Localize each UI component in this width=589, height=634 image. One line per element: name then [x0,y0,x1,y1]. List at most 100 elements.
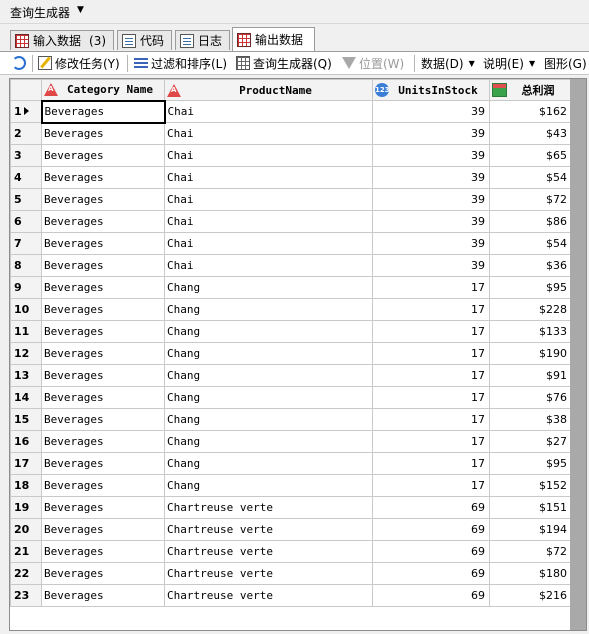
row-number[interactable]: 20 [10,518,42,541]
row-number[interactable]: 9 [10,276,42,299]
cell-units-in-stock[interactable]: 69 [372,562,490,585]
row-number[interactable]: 11 [10,320,42,343]
cell-product-name[interactable]: Chai [164,166,373,189]
row-number[interactable]: 1 [10,100,42,123]
cell-product-name[interactable]: Chai [164,210,373,233]
cell-total-profit[interactable]: $54 [489,166,572,189]
cell-total-profit[interactable]: $54 [489,232,572,255]
table-row[interactable]: 1 Beverages Chai 39 $162 [10,99,572,124]
cell-product-name[interactable]: Chang [164,408,373,431]
row-number[interactable]: 17 [10,452,42,475]
cell-product-name[interactable]: Chang [164,342,373,365]
column-header-units-in-stock[interactable]: 123 UnitsInStock [372,79,490,101]
data-menu-button[interactable]: 数据(D) ▼ [421,54,475,72]
tab-input-data[interactable]: 输入数据 (3) [10,30,114,50]
cell-product-name[interactable]: Chartreuse verte [164,562,373,585]
cell-units-in-stock[interactable]: 69 [372,518,490,541]
cell-category-name[interactable]: Beverages [41,122,165,145]
cell-units-in-stock[interactable]: 69 [372,496,490,519]
describe-menu-button[interactable]: 说明(E) ▼ [483,54,535,72]
column-header-category-name[interactable]: Category Name [41,79,165,101]
cell-category-name[interactable]: Beverages [41,386,165,409]
row-number[interactable]: 16 [10,430,42,453]
cell-product-name[interactable]: Chartreuse verte [164,518,373,541]
cell-category-name[interactable]: Beverages [41,276,165,299]
table-row[interactable]: 11 Beverages Chang 17 $133 [10,320,572,343]
cell-category-name[interactable]: Beverages [41,342,165,365]
cell-total-profit[interactable]: $36 [489,254,572,277]
table-row[interactable]: 6 Beverages Chai 39 $86 [10,210,572,233]
query-builder-button[interactable]: 查询生成器(Q) [236,54,332,72]
cell-units-in-stock[interactable]: 69 [372,540,490,563]
row-number[interactable]: 15 [10,408,42,431]
cell-product-name[interactable]: Chai [164,122,373,145]
row-number[interactable]: 13 [10,364,42,387]
table-row[interactable]: 16 Beverages Chang 17 $27 [10,430,572,453]
cell-units-in-stock[interactable]: 17 [372,408,490,431]
cell-total-profit[interactable]: $76 [489,386,572,409]
cell-product-name[interactable]: Chang [164,298,373,321]
table-row[interactable]: 5 Beverages Chai 39 $72 [10,188,572,211]
cell-units-in-stock[interactable]: 39 [372,254,490,277]
cell-units-in-stock[interactable]: 39 [372,232,490,255]
modify-task-button[interactable]: 修改任务(Y) [38,54,120,72]
table-row[interactable]: 23 Beverages Chartreuse verte 69 $216 [10,584,572,607]
table-row[interactable]: 4 Beverages Chai 39 $54 [10,166,572,189]
cell-total-profit[interactable]: $228 [489,298,572,321]
cell-total-profit[interactable]: $133 [489,320,572,343]
cell-product-name[interactable]: Chartreuse verte [164,584,373,607]
row-number[interactable]: 10 [10,298,42,321]
cell-product-name[interactable]: Chang [164,276,373,299]
cell-total-profit[interactable]: $190 [489,342,572,365]
row-number[interactable]: 6 [10,210,42,233]
cell-total-profit[interactable]: $95 [489,452,572,475]
cell-category-name[interactable]: Beverages [41,210,165,233]
cell-category-name[interactable]: Beverages [41,188,165,211]
row-number[interactable]: 3 [10,144,42,167]
cell-total-profit[interactable]: $162 [489,100,572,123]
cell-category-name[interactable]: Beverages [41,232,165,255]
row-number[interactable]: 21 [10,540,42,563]
cell-category-name[interactable]: Beverages [41,166,165,189]
title-dropdown-icon[interactable]: ▼ [77,5,84,15]
window-title[interactable]: 查询生成器 [10,4,70,21]
tab-log[interactable]: 日志 [175,30,230,50]
cell-category-name[interactable]: Beverages [41,474,165,497]
cell-product-name[interactable]: Chai [164,232,373,255]
cell-product-name[interactable]: Chang [164,474,373,497]
row-number[interactable]: 14 [10,386,42,409]
cell-category-name[interactable]: Beverages [41,144,165,167]
cell-units-in-stock[interactable]: 17 [372,386,490,409]
row-number[interactable]: 12 [10,342,42,365]
table-row[interactable]: 18 Beverages Chang 17 $152 [10,474,572,497]
cell-product-name[interactable]: Chang [164,430,373,453]
table-row[interactable]: 7 Beverages Chai 39 $54 [10,232,572,255]
cell-category-name[interactable]: Beverages [40,99,166,124]
cell-units-in-stock[interactable]: 69 [372,584,490,607]
tab-output-data[interactable]: 输出数据 [232,27,315,51]
cell-product-name[interactable]: Chang [164,386,373,409]
table-row[interactable]: 15 Beverages Chang 17 $38 [10,408,572,431]
cell-category-name[interactable]: Beverages [41,584,165,607]
column-header-total-profit[interactable]: 总利润 [489,79,572,101]
cell-total-profit[interactable]: $152 [489,474,572,497]
table-row[interactable]: 14 Beverages Chang 17 $76 [10,386,572,409]
cell-total-profit[interactable]: $72 [489,540,572,563]
cell-total-profit[interactable]: $151 [489,496,572,519]
cell-category-name[interactable]: Beverages [41,430,165,453]
vertical-scrollbar[interactable] [570,79,586,630]
cell-units-in-stock[interactable]: 39 [372,122,490,145]
table-row[interactable]: 12 Beverages Chang 17 $190 [10,342,572,365]
cell-units-in-stock[interactable]: 17 [372,276,490,299]
column-header-product-name[interactable]: ProductName [164,79,373,101]
cell-total-profit[interactable]: $65 [489,144,572,167]
row-number[interactable]: 5 [10,188,42,211]
cell-total-profit[interactable]: $86 [489,210,572,233]
cell-units-in-stock[interactable]: 39 [372,166,490,189]
cell-total-profit[interactable]: $43 [489,122,572,145]
cell-category-name[interactable]: Beverages [41,518,165,541]
cell-category-name[interactable]: Beverages [41,452,165,475]
table-row[interactable]: 19 Beverages Chartreuse verte 69 $151 [10,496,572,519]
table-row[interactable]: 8 Beverages Chai 39 $36 [10,254,572,277]
row-number[interactable]: 18 [10,474,42,497]
